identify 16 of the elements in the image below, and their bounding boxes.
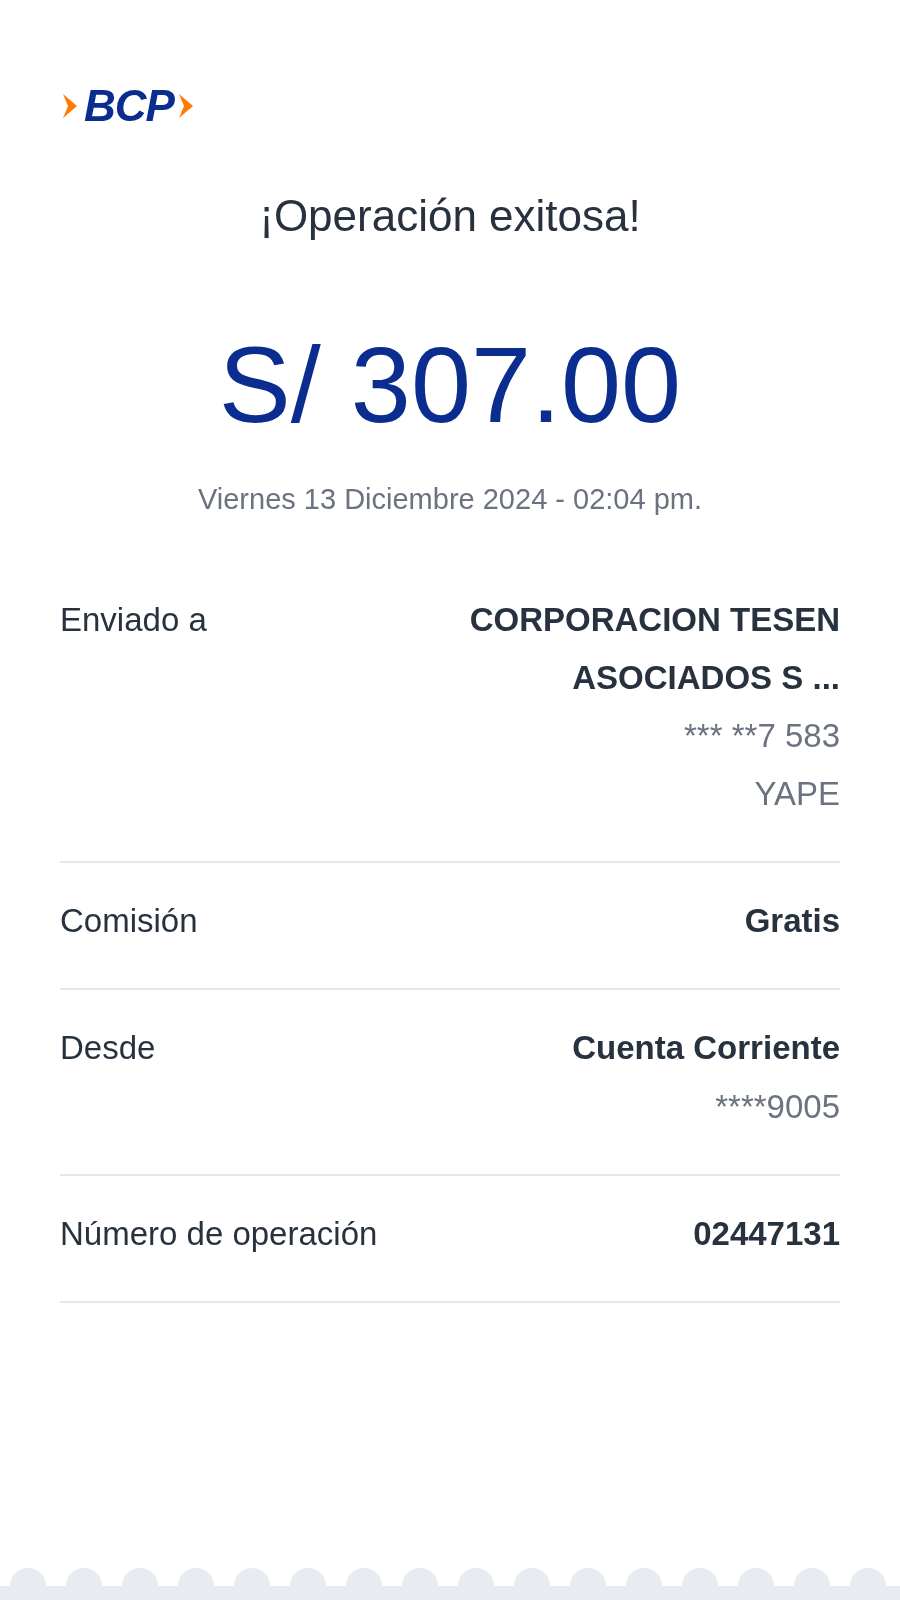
detail-label: Comisión bbox=[60, 900, 198, 941]
detail-value: YAPE bbox=[754, 773, 840, 814]
detail-label: Enviado a bbox=[60, 599, 207, 640]
success-title: ¡Operación exitosa! bbox=[258, 190, 642, 242]
logo-text: BCP bbox=[84, 84, 174, 128]
detail-label: Desde bbox=[60, 1028, 156, 1068]
detail-value: CORPORACION TESEN bbox=[469, 599, 840, 640]
date-time: Viernes 13 Diciembre 2024 - 02:04 pm. bbox=[197, 482, 703, 516]
amount: S/ 307.00 bbox=[217, 330, 683, 439]
detail-value: Gratis bbox=[744, 900, 840, 941]
detail-value: ****9005 bbox=[715, 1086, 840, 1127]
detail-value: ASOCIADOS S ... bbox=[572, 658, 840, 699]
detail-value: *** **7 583 bbox=[684, 716, 840, 757]
detail-value: Cuenta Corriente bbox=[572, 1028, 840, 1068]
detail-label: Número de operación bbox=[60, 1213, 378, 1254]
detail-value: 02447131 bbox=[693, 1213, 840, 1254]
